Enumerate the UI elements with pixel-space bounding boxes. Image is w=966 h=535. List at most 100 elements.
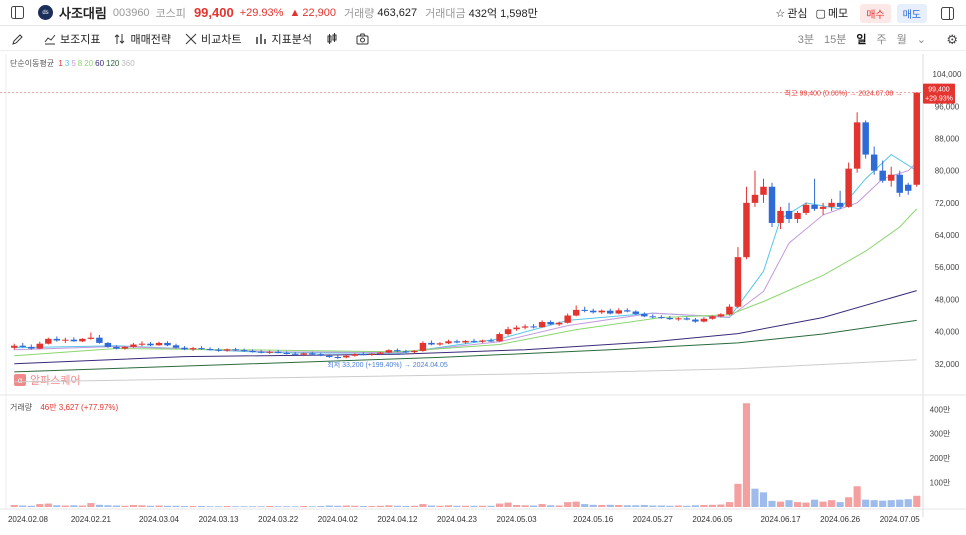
- panel-toggle-icon[interactable]: [941, 6, 954, 20]
- candle-body[interactable]: [581, 309, 588, 311]
- price-chart[interactable]: 104,000 96,000 88,000 80,000 72,000 64,000 56,…: [0, 52, 966, 535]
- candle-body[interactable]: [257, 351, 265, 353]
- candle-body[interactable]: [419, 342, 427, 351]
- candle-body[interactable]: [811, 204, 818, 209]
- candle-body[interactable]: [572, 309, 580, 316]
- candle-body[interactable]: [760, 186, 767, 195]
- candle-body[interactable]: [96, 337, 103, 343]
- candle-body[interactable]: [155, 342, 163, 346]
- draw-tool-button[interactable]: [12, 33, 28, 45]
- candle-body[interactable]: [138, 343, 146, 345]
- indicator-button[interactable]: 보조지표: [44, 31, 100, 47]
- candle-body[interactable]: [487, 340, 495, 342]
- candle-body[interactable]: [428, 342, 435, 345]
- candle-body[interactable]: [300, 353, 307, 355]
- candle-body[interactable]: [521, 326, 529, 328]
- candle-body[interactable]: [870, 154, 878, 171]
- candle-body[interactable]: [291, 353, 299, 355]
- candle-body[interactable]: [658, 317, 665, 319]
- candle-body[interactable]: [326, 355, 333, 357]
- candle-body[interactable]: [368, 353, 376, 355]
- candle-body[interactable]: [394, 350, 401, 352]
- chevron-down-icon[interactable]: ⌄: [917, 33, 926, 46]
- candle-body[interactable]: [79, 338, 86, 342]
- candle-body[interactable]: [70, 339, 78, 342]
- candle-body[interactable]: [555, 322, 563, 325]
- candle-body[interactable]: [189, 348, 197, 350]
- candle-body[interactable]: [45, 338, 52, 344]
- candle-body[interactable]: [624, 310, 631, 312]
- candle-body[interactable]: [913, 92, 920, 185]
- candle-body[interactable]: [785, 210, 793, 219]
- screenshot-button[interactable]: [356, 33, 373, 45]
- candle-body[interactable]: [504, 329, 512, 335]
- sell-button[interactable]: 매도: [896, 3, 927, 23]
- candle-body[interactable]: [666, 317, 674, 320]
- candle-body[interactable]: [198, 348, 205, 350]
- candle-body[interactable]: [470, 340, 478, 342]
- candle-body[interactable]: [62, 339, 69, 341]
- candle-body[interactable]: [164, 342, 171, 346]
- candle-body[interactable]: [530, 326, 537, 328]
- period-week[interactable]: 주: [877, 31, 887, 47]
- candle-body[interactable]: [11, 345, 18, 348]
- candle-body[interactable]: [53, 338, 61, 341]
- candle-body[interactable]: [317, 354, 324, 356]
- candle-body[interactable]: [547, 321, 554, 325]
- period-3min[interactable]: 3분: [798, 31, 814, 47]
- candle-body[interactable]: [113, 346, 120, 349]
- candle-body[interactable]: [751, 194, 759, 203]
- candle-body[interactable]: [385, 350, 393, 353]
- candle-body[interactable]: [589, 310, 597, 313]
- candle-body[interactable]: [232, 349, 239, 351]
- candle-body[interactable]: [453, 341, 461, 343]
- candle-body[interactable]: [538, 321, 546, 328]
- candle-body[interactable]: [896, 174, 903, 193]
- candle-body[interactable]: [147, 343, 154, 346]
- candle-body[interactable]: [121, 346, 129, 349]
- candle-body[interactable]: [564, 315, 571, 323]
- candle-body[interactable]: [794, 212, 801, 219]
- candle-body[interactable]: [802, 204, 810, 213]
- candle-body[interactable]: [343, 355, 350, 358]
- candle-body[interactable]: [223, 349, 231, 351]
- candle-body[interactable]: [709, 316, 716, 319]
- candle-body[interactable]: [360, 354, 367, 356]
- candle-body[interactable]: [598, 310, 605, 313]
- candle-body[interactable]: [274, 351, 282, 353]
- candle-body[interactable]: [181, 347, 188, 350]
- candle-body[interactable]: [28, 346, 35, 349]
- candle-body[interactable]: [462, 340, 469, 343]
- settings-gear-icon[interactable]: ⚙: [946, 32, 958, 48]
- candle-body[interactable]: [240, 350, 248, 352]
- candle-body[interactable]: [887, 174, 895, 181]
- candle-body[interactable]: [215, 349, 222, 351]
- candle-body[interactable]: [768, 186, 776, 223]
- strategy-button[interactable]: 매매전략: [114, 31, 171, 47]
- memo-button[interactable]: ▢ 메모: [816, 5, 849, 21]
- period-day[interactable]: 일: [856, 31, 866, 47]
- candle-body[interactable]: [104, 342, 112, 347]
- candle-body[interactable]: [819, 206, 827, 209]
- candle-body[interactable]: [206, 348, 214, 350]
- candle-body[interactable]: [249, 350, 256, 352]
- candle-body[interactable]: [632, 311, 640, 314]
- candle-body[interactable]: [309, 353, 316, 355]
- period-month[interactable]: 월: [897, 31, 907, 47]
- candle-body[interactable]: [649, 316, 657, 318]
- candle-body[interactable]: [436, 343, 444, 345]
- candle-body[interactable]: [445, 341, 452, 344]
- candle-body[interactable]: [411, 350, 418, 353]
- candle-body[interactable]: [607, 310, 614, 314]
- candle-body[interactable]: [87, 337, 95, 339]
- candle-body[interactable]: [130, 344, 137, 347]
- candle-body[interactable]: [777, 210, 784, 223]
- candle-body[interactable]: [700, 318, 708, 322]
- candle-body[interactable]: [734, 257, 742, 307]
- candle-body[interactable]: [836, 202, 844, 207]
- candle-body[interactable]: [172, 345, 180, 348]
- candle-body[interactable]: [19, 345, 27, 347]
- candle-body[interactable]: [283, 352, 290, 354]
- buy-button[interactable]: 매수: [860, 3, 891, 23]
- candle-body[interactable]: [845, 168, 852, 207]
